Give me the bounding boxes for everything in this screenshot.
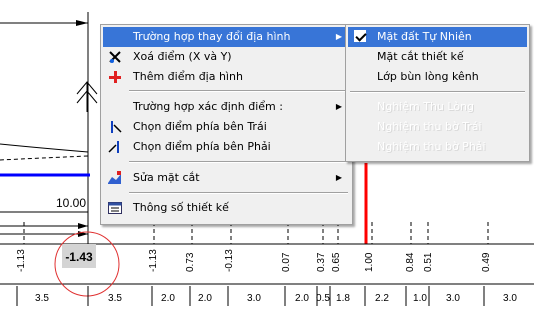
distance-value: 0.5 bbox=[316, 293, 330, 304]
offset-value: 0.84 bbox=[405, 252, 416, 272]
menu-item-label: Chọn điểm phía bên Phải bbox=[133, 140, 271, 153]
menu-item-add-point[interactable]: Thêm điểm địa hình bbox=[103, 67, 350, 87]
submenu-item-design-section[interactable]: Mặt cắt thiết kế bbox=[348, 47, 527, 67]
menu-item-pick-right[interactable]: Chọn điểm phía bên Phải bbox=[103, 137, 350, 157]
submenu-item-label: Nghiệm thu bờ Trái bbox=[377, 120, 482, 133]
offset-value: -1.13 bbox=[148, 249, 159, 272]
submenu-item-accept-channel: Nghiệm Thu Lòng bbox=[348, 97, 527, 117]
submenu-item-mud-layer[interactable]: Lớp bùn lòng kênh bbox=[348, 67, 527, 87]
offset-value: 0.51 bbox=[423, 252, 434, 272]
offset-value: 0.07 bbox=[281, 252, 292, 272]
design-params-icon bbox=[108, 201, 122, 215]
offset-value: 0.37 bbox=[316, 252, 327, 272]
submenu-item-natural-ground[interactable]: Mặt đất Tự Nhiên bbox=[348, 27, 527, 47]
offset-value: 0.65 bbox=[331, 252, 342, 272]
pick-left-icon bbox=[108, 120, 122, 134]
offset-value: -0.13 bbox=[224, 249, 235, 272]
menu-item-label: Trường hợp xác định điểm : bbox=[133, 100, 283, 113]
menu-item-label: Sửa mặt cắt bbox=[133, 171, 200, 184]
distance-value: 3.5 bbox=[108, 293, 122, 304]
distance-value: 1.0 bbox=[413, 293, 427, 304]
submenu-arrow-icon: ▶ bbox=[335, 32, 342, 41]
terrain-dashed-curve bbox=[0, 155, 89, 161]
menu-item-point-mode[interactable]: Trường hợp xác định điểm : ▶ bbox=[103, 97, 350, 117]
menu-item-label: Xoá điểm (X và Y) bbox=[133, 50, 232, 63]
check-icon bbox=[354, 30, 366, 42]
submenu-item-accept-left-bank: Nghiệm thu bờ Trái bbox=[348, 117, 527, 137]
menu-item-delete-point[interactable]: Xoá điểm (X và Y) bbox=[103, 47, 350, 67]
distance-value: 3.5 bbox=[35, 293, 49, 304]
submenu-item-label: Nghiệm thu bờ Phải bbox=[377, 140, 486, 153]
submenu-item-accept-right-bank: Nghiệm thu bờ Phải bbox=[348, 137, 527, 157]
menu-item-label: Thêm điểm địa hình bbox=[133, 70, 243, 83]
submenu-item-label: Mặt cắt thiết kế bbox=[377, 50, 464, 63]
menu-separator bbox=[350, 91, 525, 93]
offset-value: 0.73 bbox=[185, 252, 196, 272]
submenu-item-label: Nghiệm Thu Lòng bbox=[377, 100, 474, 113]
distance-value: 3.0 bbox=[446, 293, 460, 304]
distance-value: 3.0 bbox=[503, 293, 517, 304]
offset-value: -1.13 bbox=[16, 249, 27, 272]
menu-item-label: Trường hợp thay đổi địa hình bbox=[133, 30, 291, 43]
menu-separator bbox=[129, 90, 348, 92]
distance-value: 2.2 bbox=[375, 293, 389, 304]
menu-item-label: Thông số thiết kế bbox=[133, 201, 229, 214]
highlight-value: -1.43 bbox=[65, 250, 93, 264]
offset-value: 0.49 bbox=[481, 252, 492, 272]
menu-separator bbox=[129, 161, 348, 163]
submenu-arrow-icon: ▶ bbox=[335, 173, 342, 182]
distance-value: 2.0 bbox=[161, 293, 175, 304]
menu-item-design-params[interactable]: Thông số thiết kế bbox=[103, 198, 350, 218]
menu-item-edit-section[interactable]: Sửa mặt cắt ▶ bbox=[103, 168, 350, 188]
guide-arrow-a bbox=[78, 223, 88, 229]
add-point-icon bbox=[108, 70, 122, 84]
pick-right-icon bbox=[108, 140, 122, 154]
distance-value: 2.0 bbox=[295, 293, 309, 304]
menu-item-terrain-change[interactable]: Trường hợp thay đổi địa hình ▶ bbox=[103, 27, 350, 47]
menu-item-label: Chọn điểm phía bên Trái bbox=[133, 120, 267, 133]
terrain-curve bbox=[0, 143, 89, 153]
distance-value: 2.0 bbox=[198, 293, 212, 304]
menu-item-pick-left[interactable]: Chọn điểm phía bên Trái bbox=[103, 117, 350, 137]
top-line-arrow bbox=[76, 20, 88, 26]
submenu-item-label: Lớp bùn lòng kênh bbox=[377, 70, 479, 83]
delete-point-icon bbox=[108, 50, 122, 64]
elevation-label: 10.00 bbox=[56, 196, 86, 210]
submenu-item-label: Mặt đất Tự Nhiên bbox=[377, 30, 472, 43]
submenu-arrow-icon: ▶ bbox=[335, 102, 342, 111]
menu-separator bbox=[129, 192, 348, 194]
context-menu: Trường hợp thay đổi địa hình ▶ Xoá điểm … bbox=[100, 24, 353, 225]
terrain-submenu: Mặt đất Tự Nhiên Mặt cắt thiết kế Lớp bù… bbox=[345, 24, 530, 162]
offset-value: 1.00 bbox=[364, 252, 375, 272]
distance-value: 1.8 bbox=[336, 293, 350, 304]
distance-value: 3.0 bbox=[247, 293, 261, 304]
edit-section-icon bbox=[108, 171, 122, 185]
